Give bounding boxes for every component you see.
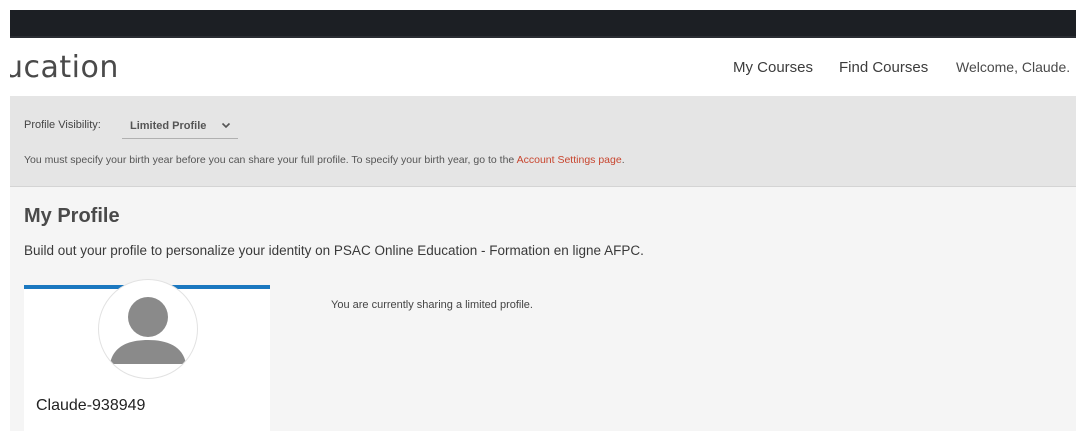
birth-year-notice: You must specify your birth year before … [24,154,625,166]
page-subtitle: Build out your profile to personalize yo… [24,243,644,258]
avatar[interactable] [98,279,198,379]
site-header: ucation My Courses Find Courses Welcome,… [10,38,1076,96]
top-margin [0,0,1076,10]
user-welcome-menu[interactable]: Welcome, Claude. [956,59,1070,75]
page-title: My Profile [24,205,120,227]
profile-visibility-label: Profile Visibility: [24,119,101,131]
profile-username: Claude-938949 [36,397,146,414]
limited-profile-notice: You are currently sharing a limited prof… [331,299,533,311]
profile-card: Claude-938949 [24,279,270,431]
user-silhouette-icon [110,297,186,364]
profile-visibility-band: Profile Visibility: Limited Profile You … [10,96,1076,187]
nav-find-courses[interactable]: Find Courses [839,59,928,76]
account-settings-link[interactable]: Account Settings page [517,154,622,166]
profile-visibility-select[interactable]: Limited Profile [122,116,238,139]
profile-visibility-value: Limited Profile [130,120,207,132]
profile-main: My Profile Build out your profile to per… [10,187,1076,431]
birth-year-notice-text: You must specify your birth year before … [24,154,517,166]
global-top-bar [10,10,1076,38]
site-logo-text[interactable]: ucation [10,50,119,85]
birth-year-notice-end: . [621,154,625,166]
nav-my-courses[interactable]: My Courses [733,59,813,76]
chevron-down-icon [221,118,231,132]
